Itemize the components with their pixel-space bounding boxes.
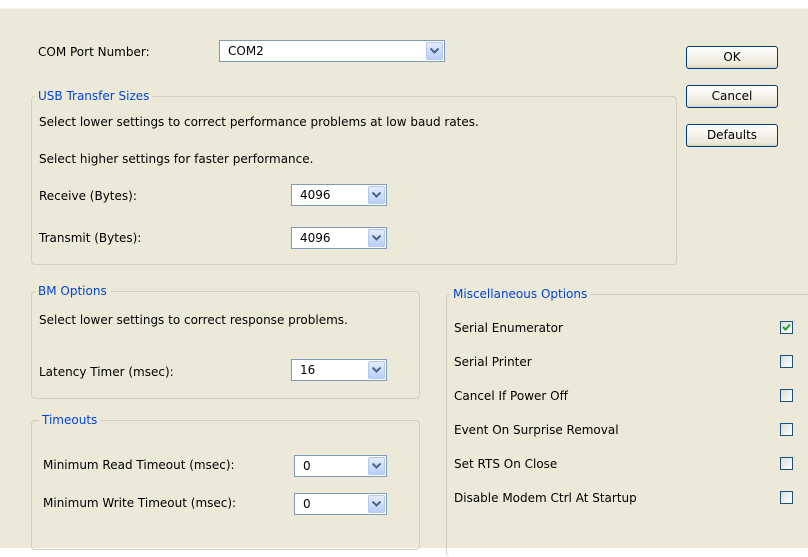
event-on-surprise-removal-checkbox[interactable]	[780, 423, 793, 436]
checkmark-icon	[782, 323, 791, 331]
disable-modem-ctrl-label: Disable Modem Ctrl At Startup	[454, 491, 637, 505]
write-timeout-value: 0	[303, 497, 311, 511]
serial-printer-checkbox[interactable]	[780, 355, 793, 368]
set-rts-on-close-checkbox[interactable]	[780, 457, 793, 470]
latency-value: 16	[300, 363, 316, 377]
defaults-button[interactable]: Defaults	[686, 124, 778, 147]
read-timeout-select[interactable]: 0	[294, 455, 387, 477]
chevron-down-icon[interactable]	[368, 457, 385, 475]
read-timeout-value: 0	[303, 459, 311, 473]
receive-value: 4096	[300, 188, 331, 202]
transmit-select[interactable]: 4096	[291, 227, 387, 249]
latency-label: Latency Timer (msec):	[39, 365, 174, 379]
bm-desc: Select lower settings to correct respons…	[39, 313, 348, 327]
latency-select[interactable]: 16	[291, 359, 387, 381]
write-timeout-label: Minimum Write Timeout (msec):	[43, 496, 237, 510]
com-port-select[interactable]: COM2	[219, 40, 445, 62]
event-on-surprise-removal-label: Event On Surprise Removal	[454, 423, 619, 437]
write-timeout-select[interactable]: 0	[294, 493, 387, 515]
transmit-value: 4096	[300, 231, 331, 245]
transmit-label: Transmit (Bytes):	[39, 231, 142, 245]
cancel-button[interactable]: Cancel	[686, 85, 778, 108]
chevron-down-icon[interactable]	[368, 186, 385, 204]
chevron-down-icon[interactable]	[426, 42, 443, 60]
chevron-down-icon[interactable]	[368, 229, 385, 247]
chevron-down-icon[interactable]	[368, 495, 385, 513]
chevron-down-icon[interactable]	[368, 361, 385, 379]
disable-modem-ctrl-checkbox[interactable]	[780, 491, 793, 504]
com-port-value: COM2	[228, 44, 264, 58]
read-timeout-label: Minimum Read Timeout (msec):	[43, 458, 235, 472]
dialog-panel: COM Port Number: COM2 OK Cancel Defaults…	[0, 8, 808, 557]
receive-select[interactable]: 4096	[291, 184, 387, 206]
timeouts-title: Timeouts	[39, 413, 101, 427]
com-port-label: COM Port Number:	[38, 45, 150, 59]
usb-desc-low: Select lower settings to correct perform…	[39, 115, 479, 129]
usb-desc-high: Select higher settings for faster perfor…	[39, 152, 314, 166]
bm-options-group	[31, 291, 420, 399]
misc-options-title: Miscellaneous Options	[450, 287, 591, 301]
serial-enumerator-checkbox[interactable]	[780, 321, 793, 334]
timeouts-group	[31, 420, 420, 550]
ok-button[interactable]: OK	[686, 46, 778, 69]
bm-options-title: BM Options	[35, 284, 110, 298]
serial-printer-label: Serial Printer	[454, 355, 532, 369]
serial-enumerator-label: Serial Enumerator	[454, 321, 563, 335]
cancel-if-power-off-label: Cancel If Power Off	[454, 389, 568, 403]
set-rts-on-close-label: Set RTS On Close	[454, 457, 558, 471]
usb-transfer-title: USB Transfer Sizes	[35, 89, 153, 103]
cancel-if-power-off-checkbox[interactable]	[780, 389, 793, 402]
receive-label: Receive (Bytes):	[39, 189, 137, 203]
